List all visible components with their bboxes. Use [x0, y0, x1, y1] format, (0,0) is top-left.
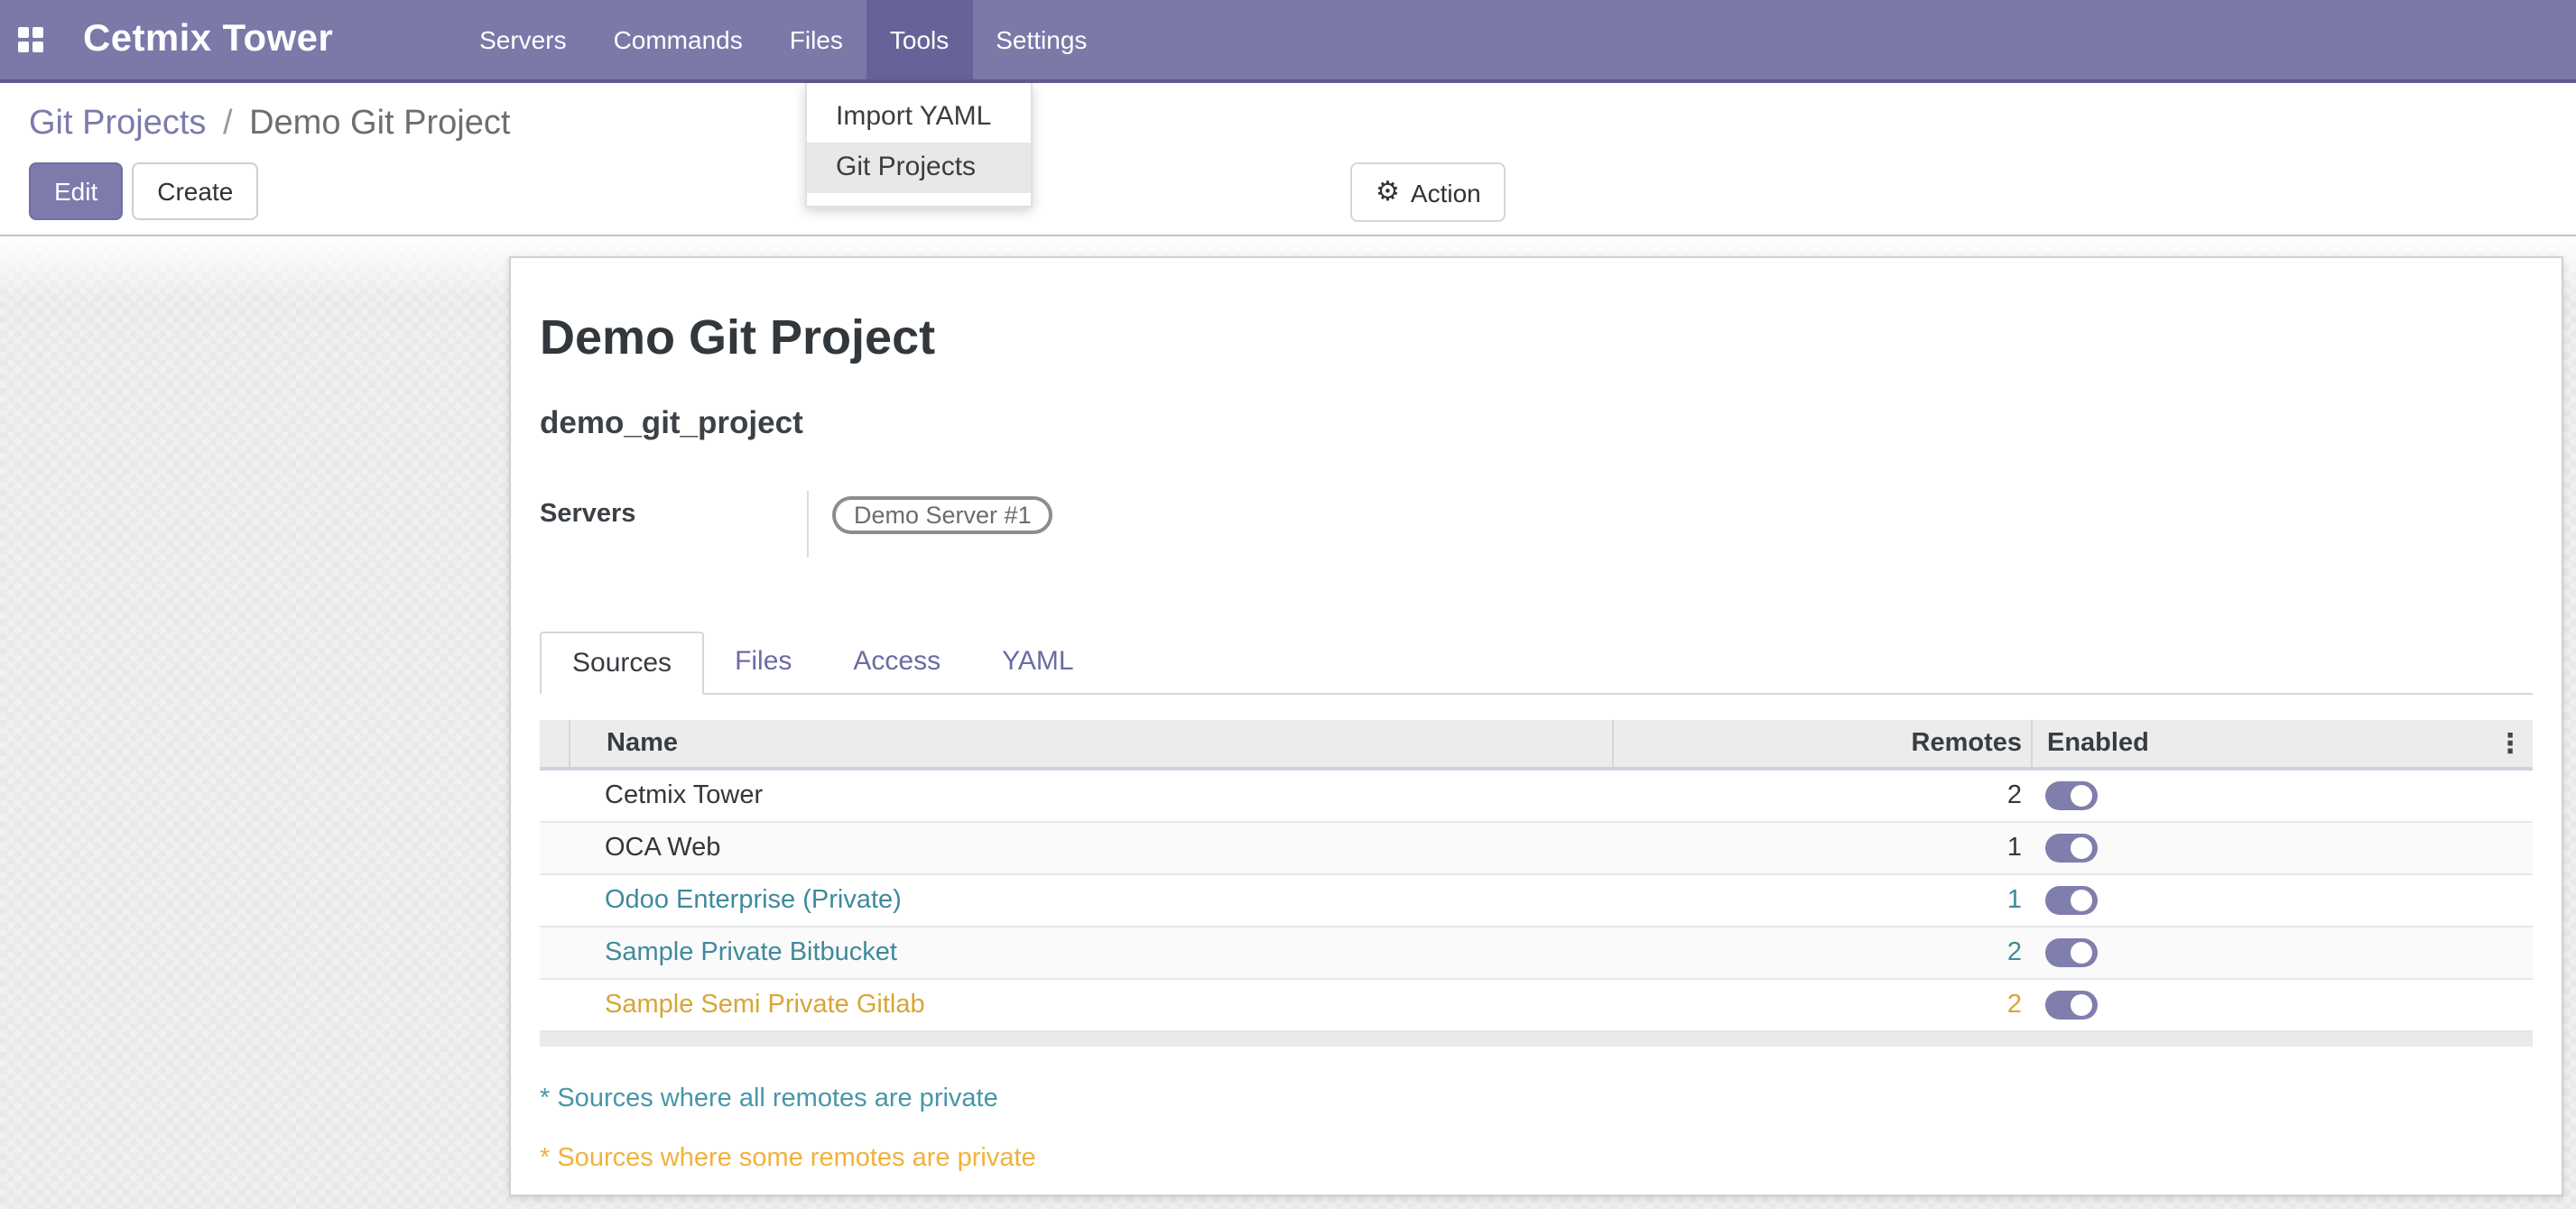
- enabled-toggle[interactable]: [2045, 780, 2098, 809]
- source-name[interactable]: Sample Private Bitbucket: [569, 937, 1612, 966]
- header-cell-enabled[interactable]: Enabled ⋮: [2031, 719, 2533, 766]
- kebab-vertical-icon[interactable]: ⋮: [2497, 719, 2524, 766]
- table-row[interactable]: Sample Private Bitbucket 2: [540, 927, 2533, 979]
- tab-files[interactable]: Files: [704, 631, 822, 694]
- remotes-count: 2: [1612, 780, 2031, 809]
- menu-item-files[interactable]: Files: [766, 0, 866, 79]
- footnote-some-private: * Sources where some remotes are private: [540, 1143, 2533, 1172]
- gear-icon: ⚙: [1376, 179, 1400, 206]
- control-panel: Git Projects / Demo Git Project Edit Cre…: [0, 83, 2576, 236]
- breadcrumb-parent-link[interactable]: Git Projects: [29, 105, 206, 143]
- servers-field-row: Servers Demo Server #1: [540, 490, 2533, 557]
- enabled-cell: [2031, 937, 2533, 966]
- top-navbar: Cetmix Tower Servers Commands Files Tool…: [0, 0, 2576, 83]
- source-name[interactable]: OCA Web: [569, 833, 1612, 862]
- sources-table: Name Remotes Enabled ⋮ Cetmix Tower 2: [540, 719, 2533, 1046]
- enabled-cell: [2031, 833, 2533, 862]
- enabled-toggle[interactable]: [2045, 937, 2098, 966]
- source-name[interactable]: Sample Semi Private Gitlab: [569, 990, 1612, 1019]
- apps-grid-icon: [18, 27, 43, 52]
- breadcrumb-current: Demo Git Project: [249, 105, 510, 143]
- tab-sources[interactable]: Sources: [540, 631, 704, 694]
- remotes-count: 1: [1612, 885, 2031, 914]
- menu-item-tools[interactable]: Tools: [866, 0, 972, 79]
- dropdown-item-import-yaml[interactable]: Import YAML: [807, 92, 1031, 143]
- brand-title[interactable]: Cetmix Tower: [61, 0, 351, 79]
- record-title: Demo Git Project: [540, 312, 2533, 365]
- breadcrumb: Git Projects / Demo Git Project: [29, 105, 510, 144]
- form-card: Demo Git Project demo_git_project Server…: [509, 256, 2563, 1196]
- app-root: Cetmix Tower Servers Commands Files Tool…: [0, 0, 2576, 1207]
- menu-item-commands[interactable]: Commands: [590, 0, 766, 79]
- action-button-label: Action: [1411, 180, 1481, 205]
- table-row[interactable]: OCA Web 1: [540, 822, 2533, 874]
- servers-field-label: Servers: [540, 490, 807, 557]
- enabled-toggle[interactable]: [2045, 885, 2098, 914]
- apps-menu-button[interactable]: [0, 0, 61, 79]
- breadcrumb-separator: /: [216, 105, 240, 143]
- edit-button[interactable]: Edit: [29, 162, 123, 220]
- tools-dropdown-menu: Import YAML Git Projects: [805, 83, 1033, 208]
- enabled-cell: [2031, 780, 2533, 809]
- sources-table-header: Name Remotes Enabled ⋮: [540, 719, 2533, 770]
- create-button[interactable]: Create: [132, 162, 258, 220]
- footnote-all-private: * Sources where all remotes are private: [540, 1084, 2533, 1112]
- tab-yaml[interactable]: YAML: [971, 631, 1104, 694]
- enabled-toggle[interactable]: [2045, 833, 2098, 862]
- menu-item-settings[interactable]: Settings: [972, 0, 1110, 79]
- enabled-cell: [2031, 990, 2533, 1019]
- legend-footnotes: * Sources where all remotes are private …: [540, 1084, 2533, 1172]
- header-cell-remotes[interactable]: Remotes: [1612, 719, 2031, 766]
- record-reference: demo_git_project: [540, 403, 2533, 441]
- enabled-toggle[interactable]: [2045, 990, 2098, 1019]
- notebook-tabs: Sources Files Access YAML: [540, 629, 2533, 694]
- main-menu: Servers Commands Files Tools Settings: [456, 0, 1110, 79]
- remotes-count: 2: [1612, 937, 2031, 966]
- action-button[interactable]: ⚙ Action: [1350, 162, 1506, 222]
- table-scrollbar-track[interactable]: [540, 1031, 2533, 1046]
- table-row[interactable]: Sample Semi Private Gitlab 2: [540, 979, 2533, 1031]
- remotes-count: 2: [1612, 990, 2031, 1019]
- tab-access[interactable]: Access: [822, 631, 971, 694]
- servers-field-value: Demo Server #1: [807, 490, 1053, 557]
- source-name[interactable]: Odoo Enterprise (Private): [569, 885, 1612, 914]
- content-area: Demo Git Project demo_git_project Server…: [0, 236, 2576, 1209]
- table-row[interactable]: Odoo Enterprise (Private) 1: [540, 874, 2533, 927]
- server-tag[interactable]: Demo Server #1: [832, 495, 1053, 533]
- dropdown-item-git-projects[interactable]: Git Projects: [807, 143, 1031, 193]
- header-cell-enabled-label: Enabled: [2047, 728, 2149, 757]
- table-row[interactable]: Cetmix Tower 2: [540, 770, 2533, 822]
- source-name[interactable]: Cetmix Tower: [569, 780, 1612, 809]
- enabled-cell: [2031, 885, 2533, 914]
- record-buttons: Edit Create: [29, 162, 258, 220]
- menu-item-servers[interactable]: Servers: [456, 0, 589, 79]
- remotes-count: 1: [1612, 833, 2031, 862]
- header-cell-name[interactable]: Name: [569, 719, 1612, 766]
